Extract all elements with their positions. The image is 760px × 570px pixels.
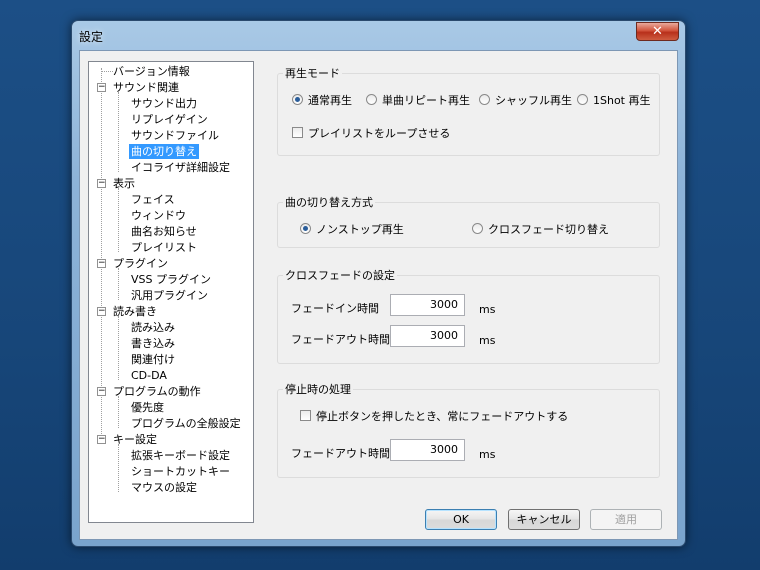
tree-item-mouse[interactable]: マウスの設定 — [131, 480, 197, 495]
tree-guide-line — [118, 396, 119, 428]
radio-normal-playback[interactable] — [292, 94, 303, 105]
radio-normal-playback-label[interactable]: 通常再生 — [308, 94, 352, 107]
fade-on-stop-checkbox[interactable] — [300, 410, 311, 421]
crossfade-fade-out-input[interactable]: 3000 — [390, 325, 465, 347]
tree-item-sound-file[interactable]: サウンドファイル — [131, 128, 219, 143]
tree-item-program-behavior[interactable]: プログラムの動作 — [113, 384, 201, 399]
radio-nonstop-label[interactable]: ノンストップ再生 — [316, 223, 404, 236]
cancel-button[interactable]: キャンセル — [508, 509, 580, 530]
crossfade-group — [277, 275, 660, 364]
stop-fade-out-unit: ms — [479, 448, 496, 461]
tree-item-general-settings[interactable]: プログラムの全般設定 — [131, 416, 241, 431]
tree-item-association[interactable]: 関連付け — [131, 352, 175, 367]
tree-item-shortcut-keys[interactable]: ショートカットキー — [131, 464, 230, 479]
fade-in-label: フェードイン時間 — [291, 302, 379, 315]
tree-item-read[interactable]: 読み込み — [131, 320, 175, 335]
tree-guide-line — [101, 71, 113, 72]
close-button[interactable]: ✕ — [636, 22, 679, 41]
collapse-icon[interactable]: − — [97, 435, 106, 444]
settings-window: 設定 ✕ バージョン情報 − サウンド関連 サウンド出力 リプレイゲイン サウン… — [71, 20, 686, 547]
tree-item-song-notify[interactable]: 曲名お知らせ — [131, 224, 197, 239]
settings-tree[interactable]: バージョン情報 − サウンド関連 サウンド出力 リプレイゲイン サウンドファイル… — [88, 61, 254, 523]
loop-playlist-label[interactable]: プレイリストをループさせる — [308, 127, 450, 140]
window-title: 設定 — [79, 30, 104, 44]
crossfade-fade-out-unit: ms — [479, 334, 496, 347]
tree-item-track-switch[interactable]: 曲の切り替え — [129, 144, 199, 159]
tree-item-display[interactable]: 表示 — [113, 176, 135, 191]
tree-item-replaygain[interactable]: リプレイゲイン — [131, 112, 208, 127]
fade-on-stop-label[interactable]: 停止ボタンを押したとき、常にフェードアウトする — [316, 410, 568, 423]
tree-item-face[interactable]: フェイス — [131, 192, 175, 207]
collapse-icon[interactable]: − — [97, 307, 106, 316]
playback-mode-label: 再生モード — [283, 67, 342, 80]
radio-shuffle-label[interactable]: シャッフル再生 — [495, 94, 572, 107]
collapse-icon[interactable]: − — [97, 259, 106, 268]
tree-item-equalizer[interactable]: イコライザ詳細設定 — [131, 160, 230, 175]
tree-guide-line — [118, 268, 119, 300]
tree-guide-line — [118, 188, 119, 252]
radio-single-repeat-label[interactable]: 単曲リピート再生 — [382, 94, 470, 107]
title-bar[interactable]: 設定 ✕ — [72, 21, 685, 49]
collapse-icon[interactable]: − — [97, 387, 106, 396]
tree-item-general-plugin[interactable]: 汎用プラグイン — [131, 288, 208, 303]
stop-fade-out-input[interactable]: 3000 — [390, 439, 465, 461]
apply-button[interactable]: 適用 — [590, 509, 662, 530]
radio-single-repeat[interactable] — [366, 94, 377, 105]
tree-item-read-write[interactable]: 読み書き — [113, 304, 157, 319]
tree-item-sound[interactable]: サウンド関連 — [113, 80, 179, 95]
tree-item-sound-output[interactable]: サウンド出力 — [131, 96, 197, 111]
tree-item-key-settings[interactable]: キー設定 — [113, 432, 157, 447]
tree-item-window[interactable]: ウィンドウ — [131, 208, 186, 223]
tree-guide-line — [118, 92, 119, 172]
tree-item-version[interactable]: バージョン情報 — [113, 64, 190, 79]
on-stop-label: 停止時の処理 — [283, 383, 353, 396]
fade-in-unit: ms — [479, 303, 496, 316]
loop-playlist-checkbox[interactable] — [292, 127, 303, 138]
ok-button[interactable]: OK — [425, 509, 497, 530]
crossfade-label: クロスフェードの設定 — [283, 269, 397, 282]
playback-mode-group — [277, 73, 660, 156]
radio-shuffle[interactable] — [479, 94, 490, 105]
tree-item-playlist[interactable]: プレイリスト — [131, 240, 197, 255]
tree-item-vss-plugin[interactable]: VSS プラグイン — [131, 272, 211, 287]
close-icon: ✕ — [652, 24, 663, 39]
tree-item-cdda[interactable]: CD-DA — [131, 368, 167, 383]
switch-method-label: 曲の切り替え方式 — [283, 196, 375, 209]
collapse-icon[interactable]: − — [97, 179, 106, 188]
radio-crossfade[interactable] — [472, 223, 483, 234]
tree-item-extended-keyboard[interactable]: 拡張キーボード設定 — [131, 448, 230, 463]
tree-guide-line — [118, 316, 119, 380]
tree-item-write[interactable]: 書き込み — [131, 336, 175, 351]
collapse-icon[interactable]: − — [97, 83, 106, 92]
tree-guide-line — [118, 444, 119, 492]
fade-in-input[interactable]: 3000 — [390, 294, 465, 316]
dialog-client-area: バージョン情報 − サウンド関連 サウンド出力 リプレイゲイン サウンドファイル… — [79, 50, 678, 540]
radio-1shot[interactable] — [577, 94, 588, 105]
tree-item-priority[interactable]: 優先度 — [131, 400, 164, 415]
stop-fade-out-label: フェードアウト時間 — [291, 447, 390, 460]
radio-1shot-label[interactable]: 1Shot 再生 — [593, 94, 651, 107]
on-stop-group — [277, 389, 660, 478]
radio-nonstop[interactable] — [300, 223, 311, 234]
radio-crossfade-label[interactable]: クロスフェード切り替え — [488, 223, 609, 236]
crossfade-fade-out-label: フェードアウト時間 — [291, 333, 390, 346]
tree-item-plugins[interactable]: プラグイン — [113, 256, 168, 271]
